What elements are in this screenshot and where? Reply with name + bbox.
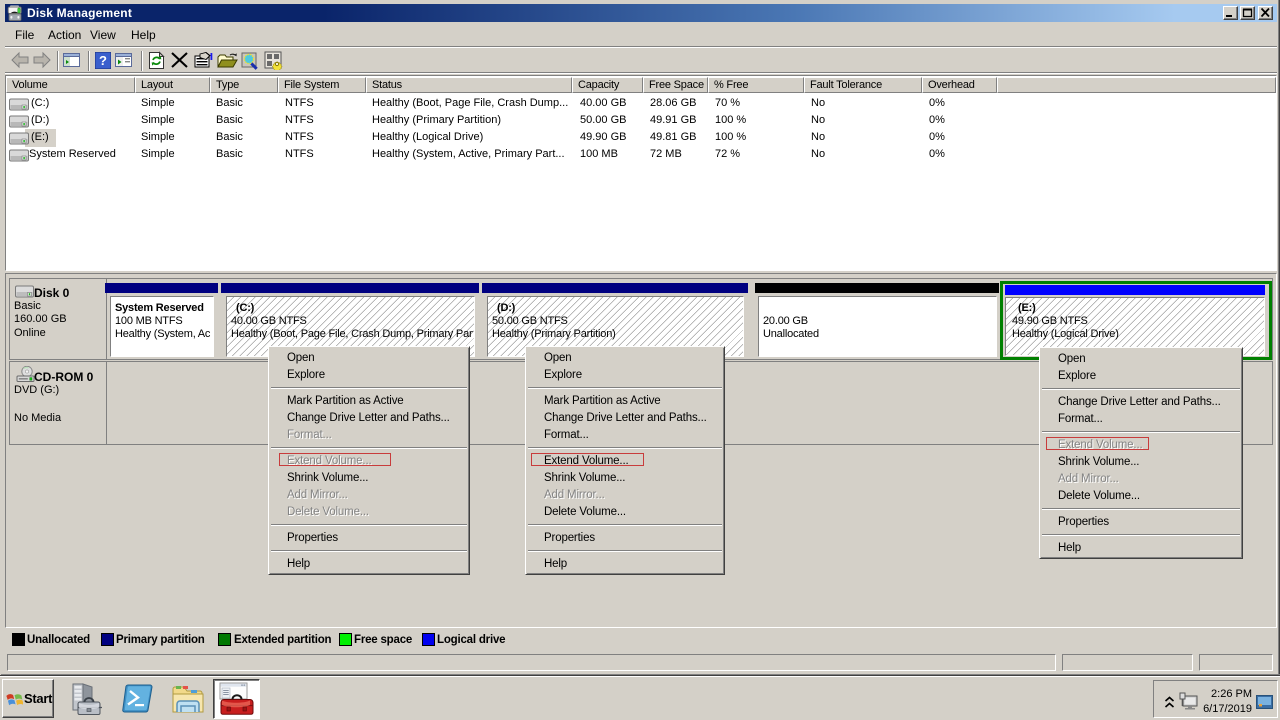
svg-text:?: ? <box>99 53 107 68</box>
